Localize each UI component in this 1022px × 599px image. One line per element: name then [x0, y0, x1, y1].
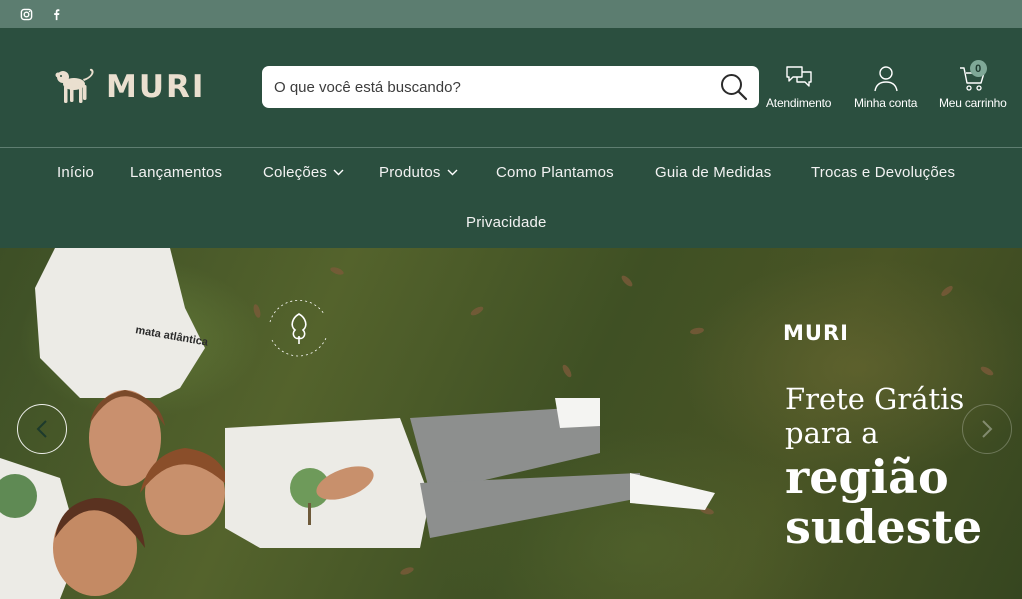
carousel-prev-button[interactable]	[17, 404, 67, 454]
instagram-icon[interactable]	[19, 7, 33, 21]
hero-banner[interactable]: mata atlântica MURI Frete Grátis para a …	[0, 248, 1022, 599]
main-nav: Início Lançamentos Coleções Produtos Com…	[0, 148, 1022, 248]
nav-item-inicio[interactable]: Início	[57, 164, 94, 181]
support-link[interactable]: Atendimento	[766, 64, 831, 110]
chat-bubbles-icon	[785, 66, 812, 87]
leaf-decoration	[939, 284, 955, 298]
search-icon[interactable]	[719, 72, 749, 102]
cart-label: Meu carrinho	[939, 96, 1007, 110]
chevron-down-icon	[333, 169, 344, 176]
user-icon	[873, 66, 898, 92]
account-label: Minha conta	[854, 96, 918, 110]
muri-logo[interactable]: MURI	[54, 68, 205, 106]
nav-item-trocas-devolucoes[interactable]: Trocas e Devoluções	[811, 164, 955, 181]
support-label: Atendimento	[766, 96, 832, 110]
nav-item-privacidade[interactable]: Privacidade	[466, 214, 547, 231]
facebook-icon[interactable]	[49, 7, 63, 21]
nav-item-lancamentos[interactable]: Lançamentos	[130, 164, 222, 181]
search-box	[262, 66, 759, 108]
carousel-next-button[interactable]	[962, 404, 1012, 454]
chevron-right-icon	[982, 420, 993, 438]
leaf-decoration	[979, 364, 995, 378]
monkey-logo-icon	[55, 68, 94, 103]
site-header: MURI Atendimento Minha conta 0 Meu carri…	[0, 28, 1022, 148]
logo-wordmark: MURI	[106, 69, 206, 105]
tree-stamp-icon	[269, 299, 327, 357]
cart-link[interactable]: 0 Meu carrinho	[939, 60, 1007, 110]
people-lying-on-grass-image: mata atlântica	[0, 248, 715, 599]
hero-brand-logo: MURI	[783, 321, 849, 345]
nav-item-colecoes[interactable]: Coleções	[263, 164, 344, 181]
hero-headline-small: Frete Grátis para a	[785, 382, 965, 450]
nav-item-produtos[interactable]: Produtos	[379, 164, 458, 181]
cart-count-badge: 0	[969, 60, 987, 77]
account-link[interactable]: Minha conta	[854, 64, 917, 110]
social-bar	[0, 0, 1022, 28]
nav-item-como-plantamos[interactable]: Como Plantamos	[496, 164, 614, 181]
nav-item-guia-de-medidas[interactable]: Guia de Medidas	[655, 164, 771, 181]
chevron-down-icon	[447, 169, 458, 176]
search-input[interactable]	[262, 66, 702, 108]
hero-headline-large: região sudeste	[785, 450, 983, 554]
chevron-left-icon	[36, 420, 47, 438]
